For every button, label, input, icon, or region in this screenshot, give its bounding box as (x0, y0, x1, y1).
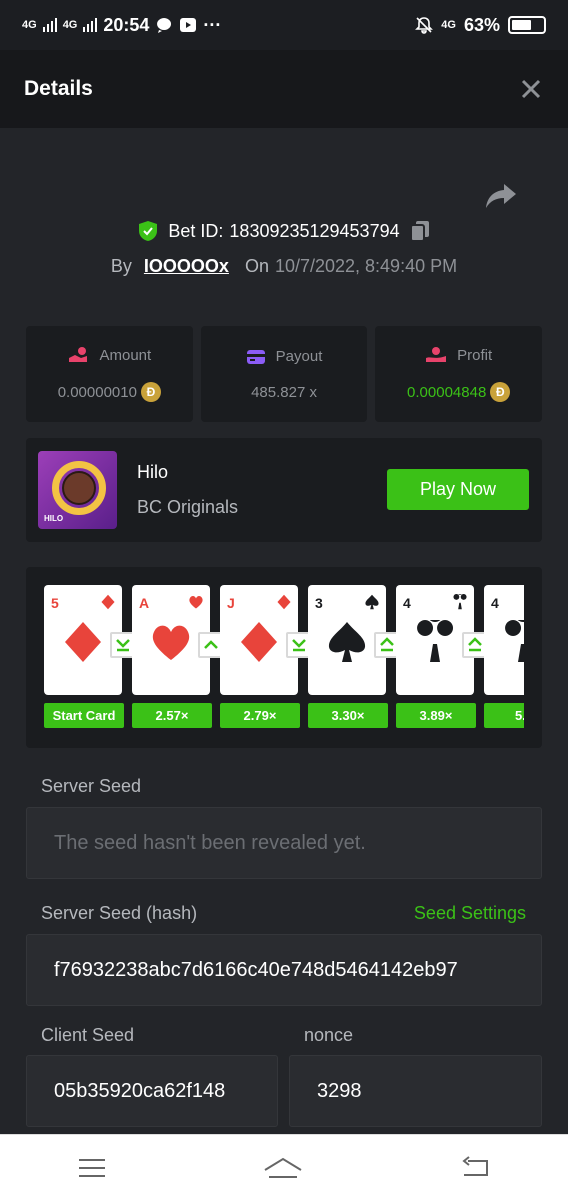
share-button[interactable] (484, 182, 518, 210)
diamond-suit-large-icon (241, 622, 277, 662)
network-type: 4G (441, 18, 456, 31)
bet-date: 10/7/2022, 8:49:40 PM (274, 256, 458, 276)
bet-id-value: 18309235129453794 (229, 220, 400, 241)
spade-suit-icon (365, 594, 379, 610)
club-suit-large-icon (417, 620, 453, 662)
play-now-button[interactable]: Play Now (387, 469, 529, 510)
seed-settings-link[interactable]: Seed Settings (414, 903, 526, 924)
card-rank: 4 (491, 595, 499, 611)
server-seed-hash-label: Server Seed (hash) (41, 903, 198, 923)
message-icon (157, 18, 172, 33)
nonce-label: nonce (304, 1025, 354, 1045)
payout-icon (246, 349, 265, 364)
card-rank: A (139, 595, 150, 611)
on-label: On (244, 256, 269, 276)
playing-card: 4 (484, 585, 524, 695)
multiplier-badge: 3.89× (396, 703, 476, 728)
status-bar: 4G 4G 20:54 ··· 4G 63% (0, 0, 568, 50)
client-seed-label: Client Seed (41, 1025, 135, 1045)
card-rank: 4 (403, 595, 411, 611)
page-title: Details (24, 77, 93, 100)
battery-icon (508, 16, 546, 34)
game-name: Hilo (137, 462, 169, 482)
club-suit-large-icon (505, 620, 524, 662)
details-content: Bet ID: 18309235129453794 By IOOOOOx On … (0, 128, 568, 1134)
heart-suit-large-icon (152, 625, 190, 660)
amount-icon (69, 347, 88, 362)
user-link[interactable]: IOOOOOx (144, 256, 229, 277)
card-rank: J (227, 595, 235, 611)
heart-suit-icon (189, 596, 203, 609)
amount-value: 0.00000010 (57, 383, 137, 401)
battery-percent: 63% (463, 14, 500, 35)
profit-label: Profit (457, 346, 493, 364)
game-card: HILO Hilo BC Originals Play Now (26, 438, 542, 542)
multiplier-badge: 2.79× (220, 703, 300, 728)
club-suit-icon (453, 594, 467, 610)
diamond-suit-large-icon (65, 622, 101, 662)
diamond-suit-icon (277, 594, 291, 610)
signal-bars-icon (83, 18, 98, 32)
cards-history: 5Start CardA2.57×J2.79×33.30×43.89×45.0 (26, 567, 542, 748)
bet-id-label: Bet ID: (168, 220, 224, 241)
profit-icon (426, 347, 447, 362)
card-column: 45.0 (484, 585, 524, 728)
payout-stat: Payout 485.827 x (200, 326, 368, 422)
thumbnail-mascot (62, 471, 96, 505)
bet-stats: Amount 0.00000010 Đ Payout 485.827 x Pro… (26, 326, 543, 422)
back-icon[interactable] (460, 1155, 490, 1180)
menu-icon[interactable] (78, 1157, 106, 1179)
signal-icon-2: 4G (62, 18, 78, 31)
signal-icon: 4G (22, 18, 37, 31)
doge-coin-icon: Đ (140, 382, 161, 402)
mute-icon (415, 17, 434, 34)
profit-stat: Profit 0.00004848 Đ (375, 326, 543, 422)
verified-shield-icon (139, 221, 158, 241)
server-seed-label: Server Seed (41, 776, 142, 796)
share-icon (486, 184, 516, 208)
doge-coin-icon: Đ (490, 382, 511, 402)
system-nav-bar (0, 1134, 568, 1200)
payout-value: 485.827 x (251, 383, 317, 401)
payout-label: Payout (275, 348, 323, 365)
details-header: Details (0, 50, 568, 128)
bet-meta-row: By IOOOOOx On 10/7/2022, 8:49:40 PM (0, 256, 568, 277)
copy-icon[interactable] (409, 220, 430, 242)
youtube-icon (180, 18, 197, 32)
game-provider: BC Originals (137, 497, 239, 517)
amount-label: Amount (99, 346, 152, 364)
client-seed-field[interactable]: 05b35920ca62f148 (26, 1055, 278, 1127)
nonce-field[interactable]: 3298 (289, 1055, 542, 1127)
profit-value: 0.00004848 (407, 383, 487, 401)
close-button[interactable] (518, 76, 544, 102)
by-label: By (110, 256, 132, 276)
close-icon (521, 79, 541, 99)
card-rank: 5 (51, 595, 59, 611)
cards-strip[interactable]: 5Start CardA2.57×J2.79×33.30×43.89×45.0 (44, 585, 524, 731)
spade-suit-large-icon (328, 622, 366, 662)
signal-bars-icon (42, 18, 57, 32)
amount-stat: Amount 0.00000010 Đ (26, 326, 193, 422)
multiplier-badge: 3.30× (308, 703, 388, 728)
server-seed-hash-field[interactable]: f76932238abc7d6166c40e748d5464142eb97 (26, 934, 542, 1006)
home-icon[interactable] (263, 1156, 303, 1180)
thumbnail-label: HILO (44, 514, 64, 523)
multiplier-badge: 2.57× (132, 703, 212, 728)
server-seed-field: The seed hasn't been revealed yet. (26, 807, 542, 879)
more-notifications-icon: ··· (203, 14, 222, 35)
multiplier-badge: Start Card (44, 703, 124, 728)
diamond-suit-icon (101, 594, 115, 610)
bet-id-row: Bet ID: 18309235129453794 (0, 220, 568, 242)
multiplier-badge: 5.0 (484, 703, 524, 728)
hilo-thumbnail[interactable]: HILO (38, 451, 117, 529)
clock: 20:54 (103, 14, 150, 35)
card-rank: 3 (315, 595, 323, 611)
